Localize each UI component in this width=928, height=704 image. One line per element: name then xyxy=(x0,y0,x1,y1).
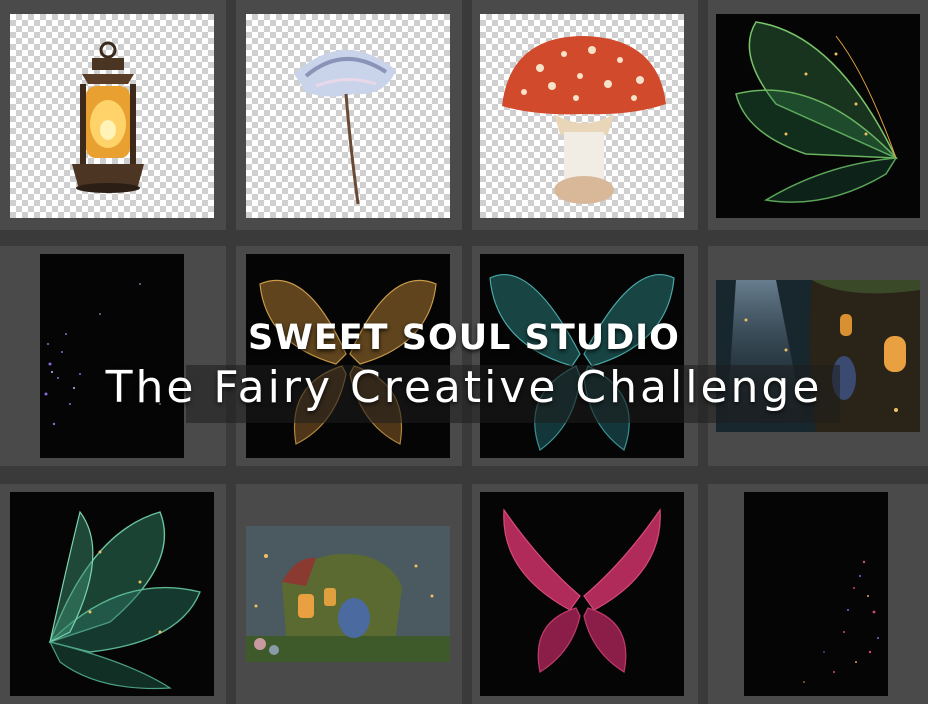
green-fairy-wing-side-image xyxy=(735,21,898,203)
red-mushroom-thumbnail xyxy=(480,14,684,218)
challenge-title: The Fairy Creative Challenge xyxy=(105,362,823,413)
sparkle-dust-right-image xyxy=(803,560,879,683)
asset-cell-magenta-butterfly-wings[interactable] xyxy=(472,484,698,704)
asset-cell-dandelion-umbrella[interactable] xyxy=(236,0,462,230)
asset-cell-emerald-fairy-wing-side[interactable] xyxy=(0,484,226,704)
asset-cell-green-fairy-wing-side[interactable] xyxy=(708,0,928,230)
emerald-fairy-wing-side-image xyxy=(48,510,201,690)
lantern-thumbnail xyxy=(10,14,214,218)
green-fairy-wing-side-thumbnail xyxy=(716,14,920,218)
red-mushroom-image xyxy=(502,36,666,204)
asset-cell-moss-fairy-cottage[interactable] xyxy=(236,484,462,704)
magenta-butterfly-wings-thumbnail xyxy=(480,492,684,696)
moss-fairy-cottage-image xyxy=(246,526,450,662)
sparkle-dust-right-thumbnail xyxy=(744,492,888,696)
asset-cell-sparkle-dust-right[interactable] xyxy=(708,484,928,704)
asset-cell-red-mushroom[interactable] xyxy=(472,0,698,230)
asset-cell-lantern[interactable] xyxy=(0,0,226,230)
emerald-fairy-wing-side-thumbnail xyxy=(10,492,214,696)
magenta-butterfly-wings-image xyxy=(503,508,661,673)
lantern-image xyxy=(72,41,144,193)
moss-fairy-cottage-thumbnail xyxy=(246,526,450,662)
dandelion-umbrella-thumbnail xyxy=(246,14,450,218)
dandelion-umbrella-image xyxy=(294,49,396,205)
studio-title: SWEET SOUL STUDIO xyxy=(248,318,680,358)
